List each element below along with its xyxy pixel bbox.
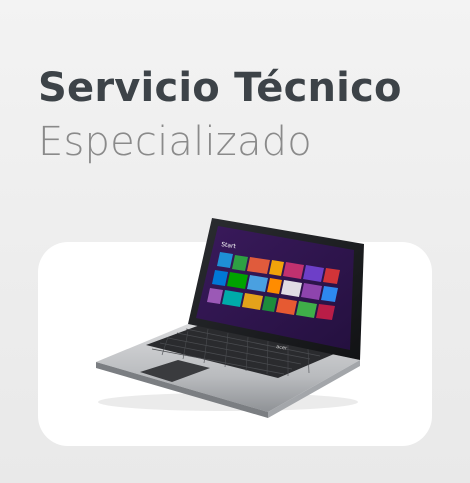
page-subtitle: Especializado xyxy=(38,119,312,165)
laptop-image: Start acer xyxy=(96,218,364,418)
page-title: Servicio Técnico xyxy=(38,65,402,111)
